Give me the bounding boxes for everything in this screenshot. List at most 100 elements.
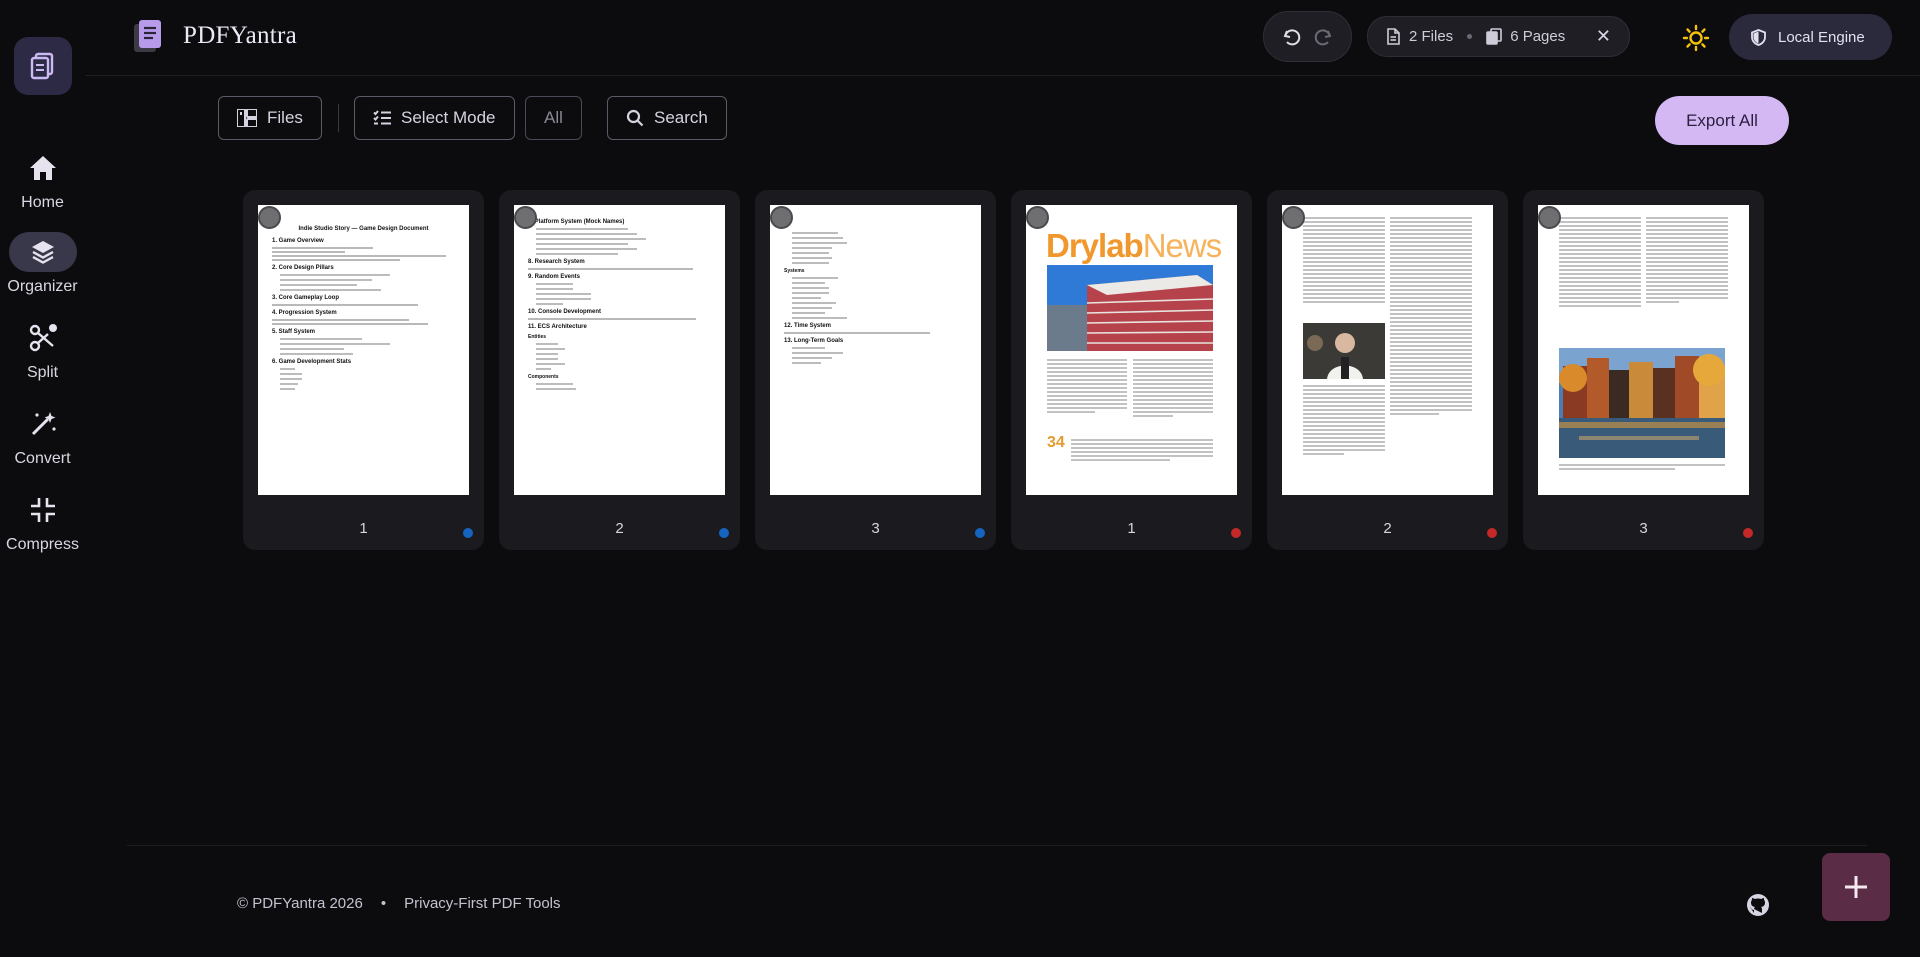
files-button-label: Files: [267, 108, 303, 127]
page-card[interactable]: 3: [1523, 190, 1764, 550]
page-select-checkbox[interactable]: [514, 206, 537, 229]
rail-item-home[interactable]: Home: [0, 148, 85, 212]
layers-icon: [8, 232, 77, 272]
doc-heading: 5. Staff System: [272, 329, 316, 335]
doc-heading: Systems: [784, 268, 805, 274]
page-select-checkbox[interactable]: [1282, 206, 1305, 229]
page-number: 3: [871, 520, 880, 537]
file-color-indicator: [719, 528, 729, 538]
doc-heading: 12. Time System: [784, 323, 831, 329]
page-thumbnail: 7. Platform System (Mock Names) 8. Resea…: [514, 205, 725, 495]
scissors-icon: [9, 318, 77, 358]
select-all-button[interactable]: All: [525, 96, 582, 140]
file-color-indicator: [463, 528, 473, 538]
undo-icon[interactable]: [1282, 27, 1302, 47]
files-grid-icon: [237, 109, 257, 127]
page-select-checkbox[interactable]: [1538, 206, 1561, 229]
footer-bullet: •: [380, 895, 387, 912]
rail-item-organizer[interactable]: Organizer: [0, 232, 85, 296]
file-color-indicator: [1231, 528, 1241, 538]
loaded-files-summary: 2 Files 6 Pages ✕: [1367, 16, 1630, 57]
local-engine-badge[interactable]: Local Engine: [1729, 14, 1892, 60]
pages-icon: [1486, 28, 1502, 45]
shield-icon: [1751, 28, 1766, 46]
select-mode-label: Select Mode: [401, 108, 496, 127]
side-rail: Home Organizer Split Convert Compress: [0, 0, 85, 957]
app-logo-button[interactable]: [14, 37, 72, 95]
doc-heading: 4. Progression System: [272, 310, 337, 316]
search-icon: [626, 109, 644, 127]
footer-divider: [127, 845, 1867, 846]
pages-count: 6 Pages: [1510, 28, 1566, 45]
export-all-button[interactable]: Export All: [1655, 96, 1789, 145]
page-thumbnail: Indie Studio Story — Game Design Documen…: [258, 205, 469, 495]
rail-item-compress[interactable]: Compress: [0, 490, 85, 554]
doc-title: Indie Studio Story — Game Design Documen…: [298, 226, 429, 232]
github-icon[interactable]: [1746, 893, 1770, 917]
building-photo: [1047, 265, 1213, 351]
doc-heading: 1. Game Overview: [272, 238, 324, 244]
newsletter-title: DrylabNews: [1046, 227, 1222, 264]
redo-icon[interactable]: [1313, 27, 1333, 47]
select-mode-button[interactable]: Select Mode: [354, 96, 515, 140]
doc-heading: 6. Game Development Stats: [272, 359, 352, 365]
page-card[interactable]: 2: [1267, 190, 1508, 550]
doc-heading: 13. Long-Term Goals: [784, 338, 844, 344]
file-icon: [1387, 28, 1400, 45]
add-file-fab-button[interactable]: [1822, 853, 1890, 921]
page-number: 2: [1383, 520, 1392, 537]
checklist-icon: [373, 110, 391, 125]
select-all-label: All: [544, 108, 563, 127]
page-card[interactable]: DrylabNews 34 1: [1011, 190, 1252, 550]
magic-wand-icon: [9, 404, 77, 444]
rail-label-home: Home: [21, 194, 64, 211]
rail-item-split[interactable]: Split: [0, 318, 85, 382]
toolbar-divider: [338, 104, 339, 132]
doc-heading: 2. Core Design Pillars: [272, 265, 334, 271]
page-thumbnail: DrylabNews 34: [1026, 205, 1237, 495]
theme-toggle-sun-icon[interactable]: [1682, 24, 1710, 52]
page-card[interactable]: 7. Platform System (Mock Names) 8. Resea…: [499, 190, 740, 550]
close-files-button[interactable]: ✕: [1596, 26, 1611, 47]
document-stack-icon: [30, 52, 54, 80]
newsletter-number: 34: [1047, 434, 1065, 451]
doc-heading: 9. Random Events: [528, 274, 581, 280]
top-bar: PDFYantra 2 Files 6 Pages ✕ Local Engine: [85, 0, 1920, 76]
file-color-indicator: [975, 528, 985, 538]
page-select-checkbox[interactable]: [770, 206, 793, 229]
portrait-photo: [1303, 323, 1385, 379]
rail-label-compress: Compress: [6, 536, 79, 553]
brand-logo-icon: [133, 18, 165, 54]
copyright-text: © PDFYantra 2026: [237, 895, 363, 912]
doc-heading: 3. Core Gameplay Loop: [272, 295, 340, 301]
plus-icon: [1845, 876, 1867, 898]
brand: PDFYantra: [133, 18, 297, 54]
page-card[interactable]: Systems 12. Time System 13. Long-Term Go…: [755, 190, 996, 550]
history-controls: [1263, 11, 1352, 62]
rail-item-convert[interactable]: Convert: [0, 404, 85, 468]
app-name: PDFYantra: [183, 22, 298, 49]
page-number: 3: [1639, 520, 1648, 537]
search-button[interactable]: Search: [607, 96, 727, 140]
page-number: 1: [359, 520, 368, 537]
page-select-checkbox[interactable]: [1026, 206, 1049, 229]
footer-tagline[interactable]: Privacy-First PDF Tools: [404, 895, 560, 912]
rail-label-split: Split: [26, 364, 59, 381]
doc-heading: 11. ECS Architecture: [528, 324, 587, 330]
file-color-indicator: [1743, 528, 1753, 538]
rail-label-convert: Convert: [14, 450, 71, 467]
file-color-indicator: [1487, 528, 1497, 538]
files-button[interactable]: Files: [218, 96, 322, 140]
doc-heading: 7. Platform System (Mock Names): [528, 219, 625, 225]
page-select-checkbox[interactable]: [258, 206, 281, 229]
page-number: 2: [615, 520, 624, 537]
page-card[interactable]: Indie Studio Story — Game Design Documen…: [243, 190, 484, 550]
compress-icon: [9, 490, 77, 530]
separator-dot: [1467, 34, 1473, 39]
page-thumbnail: [1538, 205, 1749, 495]
rail-label-organizer: Organizer: [7, 278, 78, 295]
doc-heading: 10. Console Development: [528, 309, 602, 315]
page-thumbnail: [1282, 205, 1493, 495]
page-thumbnail: Systems 12. Time System 13. Long-Term Go…: [770, 205, 981, 495]
footer: © PDFYantra 2026 • Privacy-First PDF Too…: [237, 895, 561, 912]
